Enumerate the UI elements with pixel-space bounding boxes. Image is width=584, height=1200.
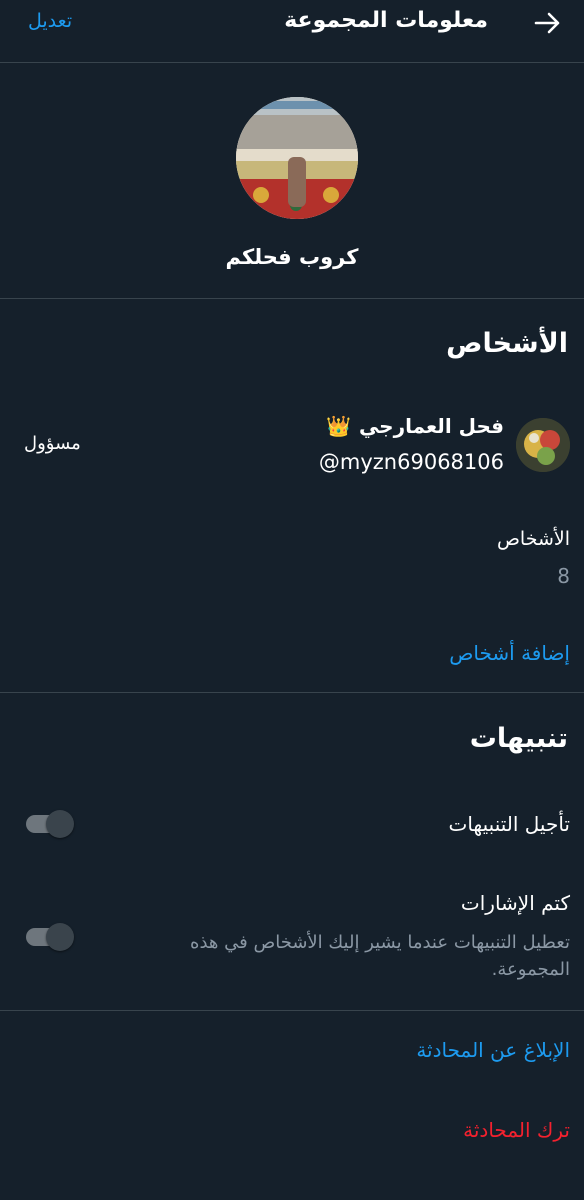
- edit-button[interactable]: تعديل: [28, 8, 72, 34]
- people-count-label: الأشخاص: [496, 528, 570, 550]
- mute-mentions-label: كتم الإشارات: [460, 891, 570, 915]
- report-conversation-button[interactable]: الإبلاغ عن المحادثة: [416, 1035, 570, 1065]
- back-button[interactable]: [528, 9, 568, 37]
- section-divider: [0, 1010, 584, 1011]
- top-bar: معلومات المجموعة تعديل: [0, 0, 584, 63]
- page-title: معلومات المجموعة: [284, 8, 488, 33]
- member-name-text: فحل العمارجي: [358, 414, 504, 438]
- people-section-title: الأشخاص: [446, 328, 568, 359]
- role-badge: مسؤول: [24, 433, 81, 454]
- mute-mentions-description: تعطيل التنبيهات عندما يشير إليك الأشخاص …: [190, 932, 570, 980]
- snooze-notifications-label: تأجيل التنبيهات: [448, 812, 571, 836]
- toggle-knob: [46, 923, 74, 951]
- group-photo: [236, 97, 358, 219]
- arrow-right-icon: [534, 12, 560, 34]
- section-divider: [0, 692, 584, 693]
- mute-mentions-toggle[interactable]: [24, 922, 74, 951]
- avatar: [516, 418, 570, 472]
- snooze-notifications-toggle[interactable]: [24, 809, 74, 838]
- member-name: فحل العمارجي 👑: [326, 411, 504, 441]
- crown-icon: 👑: [326, 414, 351, 438]
- member-row-admin[interactable]: فحل العمارجي 👑 @myzn69068106 مسؤول: [0, 405, 584, 495]
- group-info-screen: معلومات المجموعة تعديل كروب فحلكم الأشخا…: [0, 0, 584, 1200]
- people-count-value: 8: [557, 564, 570, 588]
- group-avatar[interactable]: [236, 97, 358, 219]
- add-people-button[interactable]: إضافة أشخاص: [449, 638, 570, 668]
- member-handle: @myzn69068106: [318, 450, 504, 474]
- group-name: كروب فحلكم: [225, 245, 359, 269]
- toggle-knob: [46, 810, 74, 838]
- leave-conversation-button[interactable]: ترك المحادثة: [463, 1115, 570, 1145]
- group-profile: كروب فحلكم: [0, 62, 584, 299]
- notifications-section-title: تنبيهات: [469, 723, 568, 754]
